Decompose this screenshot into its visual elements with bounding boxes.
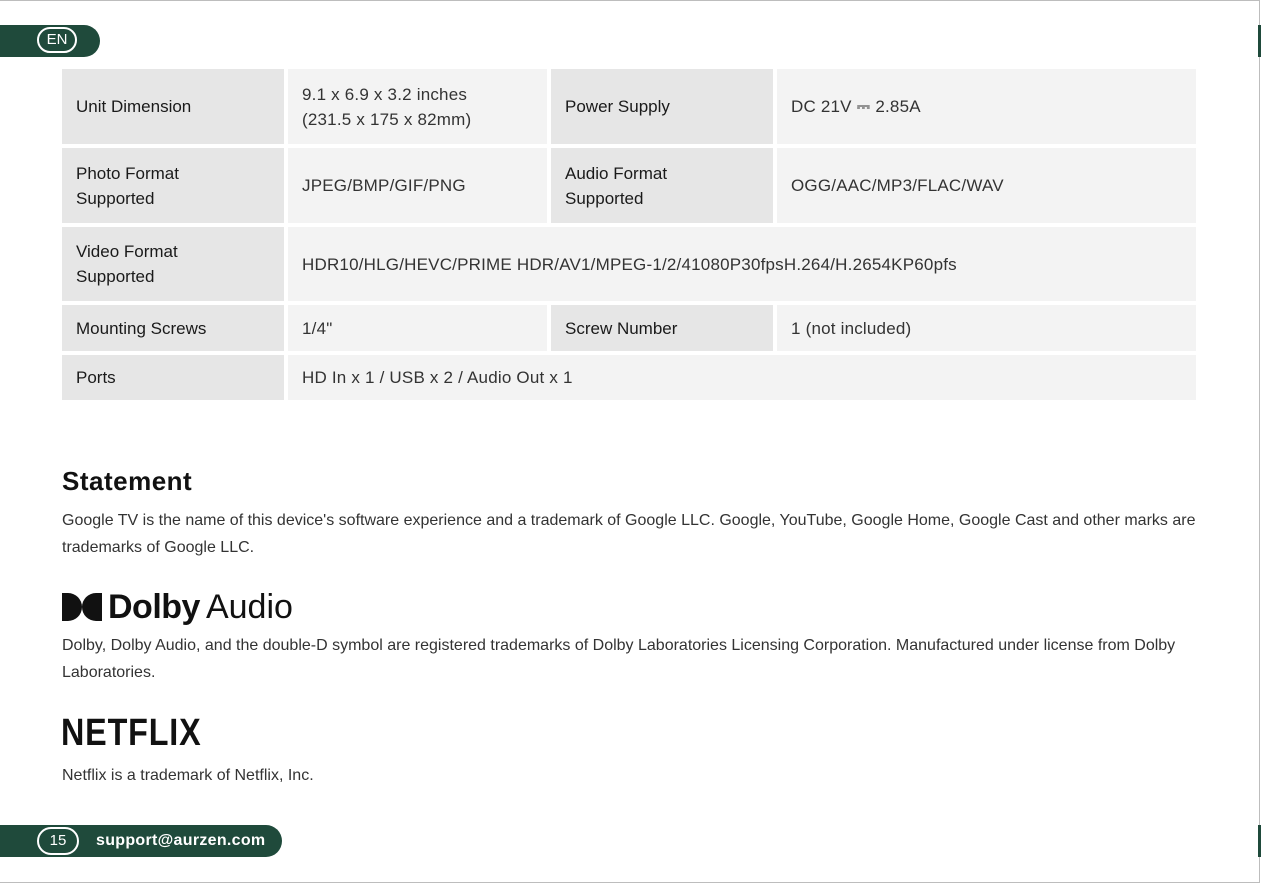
footer-tab: 15 support@aurzen.com	[0, 825, 282, 857]
dolby-audio-logo: Dolby Audio	[62, 588, 293, 626]
mounting-screws-label: Mounting Screws	[62, 305, 288, 355]
unit-dimension-inches: 9.1 x 6.9 x 3.2 inches	[302, 84, 468, 104]
ports-label: Ports	[62, 355, 288, 400]
video-format-value: HDR10/HLG/HEVC/PRIME HDR/AV1/MPEG-1/2/41…	[288, 227, 1196, 305]
language-tab: EN	[0, 25, 100, 57]
support-email-link[interactable]: support@aurzen.com	[96, 825, 265, 857]
page-number-badge: 15	[37, 827, 79, 855]
language-badge: EN	[37, 27, 77, 53]
spec-row-video: Video Format Supported HDR10/HLG/HEVC/PRI…	[62, 227, 1196, 305]
netflix-trademark-text: Netflix is a trademark of Netflix, Inc.	[62, 767, 314, 784]
netflix-logo: NETFLIX	[61, 712, 202, 754]
dolby-trademark-text: Dolby, Dolby Audio, and the double-D sym…	[62, 637, 1176, 681]
dolby-logo-audio: Audio	[205, 587, 293, 626]
spec-row-ports: Ports HD In x 1 / USB x 2 / Audio Out x …	[62, 355, 1196, 400]
spec-row-dimension-power: Unit Dimension 9.1 x 6.9 x 3.2 inches (2…	[62, 69, 1196, 148]
dolby-double-d-icon	[62, 593, 102, 621]
audio-format-label: Audio Format Supported	[551, 148, 777, 227]
unit-dimension-label: Unit Dimension	[62, 69, 288, 148]
dolby-logo-word: Dolby	[108, 587, 200, 626]
ports-value: HD In x 1 / USB x 2 / Audio Out x 1	[288, 355, 1196, 400]
power-supply-value: DC 21V ⎓ 2.85A	[777, 69, 1196, 148]
power-supply-label: Power Supply	[551, 69, 777, 148]
mounting-screws-value: 1/4"	[288, 305, 551, 355]
statement-heading: Statement	[62, 466, 193, 496]
unit-dimension-value: 9.1 x 6.9 x 3.2 inches (231.5 x 175 x 82…	[288, 69, 551, 148]
spec-row-screws: Mounting Screws 1/4" Screw Number 1 (not…	[62, 305, 1196, 355]
video-format-label: Video Format Supported	[62, 227, 288, 305]
screw-number-label: Screw Number	[551, 305, 777, 355]
audio-format-value: OGG/AAC/MP3/FLAC/WAV	[777, 148, 1196, 227]
spec-row-photo-audio: Photo Format Supported JPEG/BMP/GIF/PNG A…	[62, 148, 1196, 227]
screw-number-value: 1 (not included)	[777, 305, 1196, 355]
google-trademark-text: Google TV is the name of this device's s…	[62, 512, 1196, 556]
photo-format-value: JPEG/BMP/GIF/PNG	[288, 148, 551, 227]
spec-table: Unit Dimension 9.1 x 6.9 x 3.2 inches (2…	[62, 69, 1196, 400]
unit-dimension-mm: (231.5 x 175 x 82mm)	[302, 109, 472, 129]
photo-format-label: Photo Format Supported	[62, 148, 288, 227]
